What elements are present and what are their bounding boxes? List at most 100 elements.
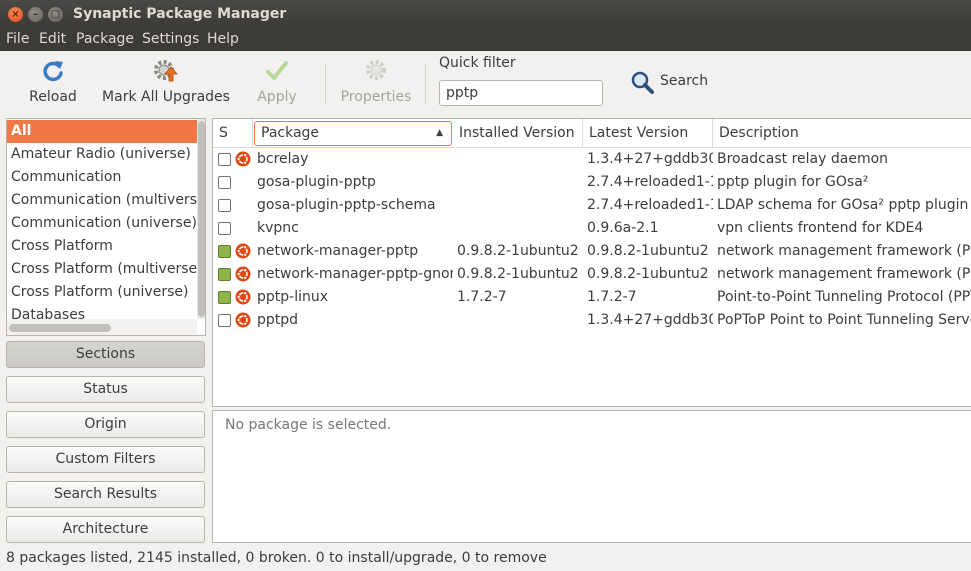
column-header-description[interactable]: Description <box>713 119 971 148</box>
menu-help[interactable]: Help <box>207 31 239 47</box>
maximize-window-button[interactable]: □ <box>48 7 63 22</box>
latest-version: 2.7.4+reloaded1-1 <box>587 197 713 213</box>
package-description: network management framework (PPTP plugi… <box>717 266 971 282</box>
properties-button[interactable]: Properties <box>338 57 414 113</box>
package-name: pptp-linux <box>257 289 329 305</box>
table-row[interactable]: gosa-plugin-pptp-schema 2.7.4+reloaded1-1… <box>213 194 971 217</box>
installed-version: 1.7.2-7 <box>457 289 507 305</box>
section-item[interactable]: Communication (multiverse) <box>7 189 205 212</box>
search-button[interactable]: Search <box>630 70 710 96</box>
table-row[interactable]: network-manager-pptp 0.9.8.2-1ubuntu2 0.9.… <box>213 240 971 263</box>
window-title: Synaptic Package Manager <box>73 6 287 22</box>
checkmark-icon <box>266 61 288 80</box>
search-results-button[interactable]: Search Results <box>6 481 205 508</box>
reload-button[interactable]: Reload <box>24 57 82 113</box>
package-name: bcrelay <box>257 151 309 167</box>
minimize-window-button[interactable]: – <box>28 7 43 22</box>
mark-all-upgrades-label: Mark All Upgrades <box>102 89 230 105</box>
latest-version: 1.3.4+27+gddb30f8 <box>587 312 713 328</box>
search-label: Search <box>660 73 709 89</box>
ubuntu-supported-icon <box>235 312 251 328</box>
properties-gear-icon <box>366 60 386 80</box>
menu-file[interactable]: File <box>6 31 29 47</box>
package-status-checkbox[interactable] <box>218 291 231 304</box>
package-description: pptp plugin for GOsa² <box>717 174 869 190</box>
table-row[interactable]: pptpd 1.3.4+27+gddb30f8PoPToP Point to Po… <box>213 309 971 332</box>
latest-version: 1.3.4+27+gddb30f8 <box>587 151 713 167</box>
package-status-checkbox[interactable] <box>218 153 231 166</box>
menu-edit[interactable]: Edit <box>39 31 66 47</box>
close-window-button[interactable]: × <box>8 7 23 22</box>
package-status-checkbox[interactable] <box>218 176 231 189</box>
column-header-latest-version[interactable]: Latest Version <box>583 119 713 148</box>
section-item[interactable]: Communication (universe) <box>7 212 205 235</box>
section-item-all[interactable]: All <box>7 120 205 143</box>
package-status-checkbox[interactable] <box>218 199 231 212</box>
package-status-checkbox[interactable] <box>218 268 231 281</box>
section-item[interactable]: Amateur Radio (universe) <box>7 143 205 166</box>
package-description: PoPToP Point to Point Tunneling Server <box>717 312 971 328</box>
package-description: LDAP schema for GOsa² pptp plugin <box>717 197 969 213</box>
status-text: 8 packages listed, 2145 installed, 0 bro… <box>6 550 547 566</box>
status-bar: 8 packages listed, 2145 installed, 0 bro… <box>0 546 971 571</box>
reload-label: Reload <box>29 89 77 105</box>
search-icon <box>631 71 654 94</box>
scrollbar-thumb[interactable] <box>9 324 111 332</box>
latest-version: 1.7.2-7 <box>587 289 637 305</box>
reload-icon <box>43 61 63 82</box>
package-description: Broadcast relay daemon <box>717 151 889 167</box>
title-bar: × – □ Synaptic Package Manager <box>0 0 971 29</box>
section-item[interactable]: Cross Platform (universe) <box>7 281 205 304</box>
table-row[interactable]: network-manager-pptp-gnome 0.9.8.2-1ubunt… <box>213 263 971 286</box>
latest-version: 2.7.4+reloaded1-1 <box>587 174 713 190</box>
menu-package[interactable]: Package <box>76 31 134 47</box>
menu-settings[interactable]: Settings <box>142 31 199 47</box>
section-item[interactable]: Communication <box>7 166 205 189</box>
section-item[interactable]: Cross Platform (multiverse) <box>7 258 205 281</box>
column-header-installed-version[interactable]: Installed Version <box>453 119 583 148</box>
package-details-pane: No package is selected. <box>212 410 971 543</box>
custom-filters-button[interactable]: Custom Filters <box>6 446 205 473</box>
package-description: network management framework (PPTP plugi… <box>717 243 971 259</box>
quick-filter-label: Quick filter <box>439 55 516 71</box>
latest-version: 0.9.8.2-1ubuntu2 <box>587 266 709 282</box>
architecture-button[interactable]: Architecture <box>6 516 205 543</box>
package-status-checkbox[interactable] <box>218 245 231 258</box>
column-header-status[interactable]: S <box>213 119 253 148</box>
toolbar-separator <box>325 63 326 105</box>
sort-ascending-icon: ▲ <box>436 128 443 138</box>
table-row[interactable]: kvpnc 0.9.6a-2.1 vpn clients frontend for … <box>213 217 971 240</box>
section-item[interactable]: Cross Platform <box>7 235 205 258</box>
column-header-package[interactable]: Package ▲ <box>254 121 452 146</box>
package-name: network-manager-pptp-gnome <box>257 266 453 282</box>
table-row[interactable]: gosa-plugin-pptp 2.7.4+reloaded1-1 pptp pl… <box>213 171 971 194</box>
package-name: pptpd <box>257 312 299 328</box>
scrollbar-thumb[interactable] <box>198 121 205 317</box>
section-list-horizontal-scrollbar[interactable] <box>7 319 197 335</box>
table-row[interactable]: pptp-linux 1.7.2-7 1.7.2-7 Point-to-Point T… <box>213 286 971 309</box>
details-placeholder: No package is selected. <box>225 417 392 433</box>
section-list: All Amateur Radio (universe) Communicati… <box>6 118 206 336</box>
mark-all-upgrades-button[interactable]: Mark All Upgrades <box>102 57 230 113</box>
package-description: vpn clients frontend for KDE4 <box>717 220 924 236</box>
package-name: gosa-plugin-pptp-schema <box>257 197 436 213</box>
apply-button[interactable]: Apply <box>254 57 300 113</box>
status-button[interactable]: Status <box>6 376 205 403</box>
installed-version: 0.9.8.2-1ubuntu2 <box>457 266 579 282</box>
package-status-checkbox[interactable] <box>218 314 231 327</box>
section-list-vertical-scrollbar[interactable] <box>197 119 205 319</box>
package-description: Point-to-Point Tunneling Protocol (PPTP)… <box>717 289 971 305</box>
package-status-checkbox[interactable] <box>218 222 231 235</box>
sections-button[interactable]: Sections <box>6 341 205 368</box>
ubuntu-supported-icon <box>235 289 251 305</box>
origin-button[interactable]: Origin <box>6 411 205 438</box>
menu-bar: File Edit Package Settings Help <box>0 29 971 51</box>
quick-filter-input[interactable] <box>439 80 603 106</box>
ubuntu-supported-icon <box>235 266 251 282</box>
latest-version: 0.9.8.2-1ubuntu2 <box>587 243 709 259</box>
apply-label: Apply <box>257 89 297 105</box>
table-row[interactable]: bcrelay 1.3.4+27+gddb30f8Broadcast relay … <box>213 148 971 171</box>
gear-upgrade-icon <box>154 60 178 82</box>
package-table: S Package ▲ Installed Version Latest Ver… <box>212 118 971 407</box>
latest-version: 0.9.6a-2.1 <box>587 220 659 236</box>
